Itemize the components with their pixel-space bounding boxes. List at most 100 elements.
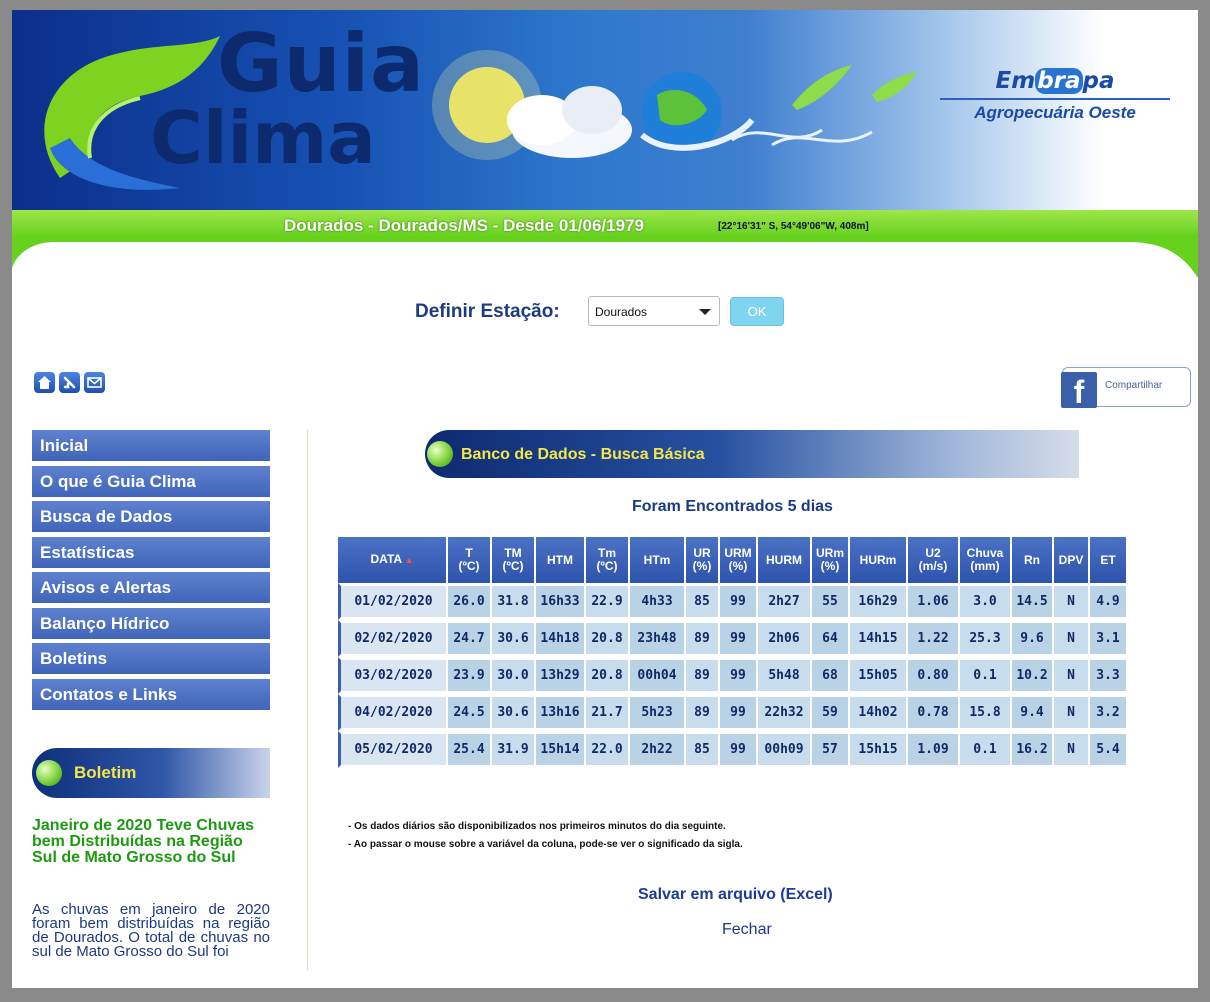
table-cell: 99 — [720, 731, 756, 768]
sidebar-item-busca-de-dados[interactable]: Busca de Dados — [32, 501, 270, 532]
mail-icon[interactable] — [84, 372, 105, 393]
column-header-unit: (ºC) — [458, 559, 480, 573]
column-header[interactable]: U2 (m/s) — [908, 537, 958, 583]
sidebar-menu: Inicial O que é Guia Clima Busca de Dado… — [32, 430, 270, 714]
table-cell: 2h27 — [758, 583, 810, 620]
column-header-unit: (%) — [728, 559, 748, 573]
table-cell: 99 — [720, 694, 756, 731]
column-header[interactable]: Chuva (mm) — [960, 537, 1010, 583]
sidebar-item-boletins[interactable]: Boletins — [32, 643, 270, 674]
section-title: Banco de Dados - Busca Básica — [461, 446, 705, 463]
table-cell: N — [1054, 694, 1088, 731]
table-cell: 9.6 — [1012, 620, 1052, 657]
table-cell: 30.6 — [492, 620, 534, 657]
table-cell: 0.1 — [960, 731, 1010, 768]
sitemap-icon[interactable] — [59, 372, 80, 393]
column-divider — [307, 430, 308, 970]
column-header[interactable]: TM (ºC) — [492, 537, 534, 583]
column-header[interactable]: T (ºC) — [448, 537, 490, 583]
column-header[interactable]: Tm (ºC) — [586, 537, 628, 583]
table-cell: 85 — [686, 583, 718, 620]
table-cell: 05/02/2020 — [338, 731, 446, 768]
column-header[interactable]: HURm — [850, 537, 906, 583]
table-cell: 31.9 — [492, 731, 534, 768]
facebook-share-button[interactable]: f Compartilhar — [1061, 367, 1191, 410]
column-header-label: U2 — [925, 546, 941, 560]
table-cell: 3.0 — [960, 583, 1010, 620]
close-link[interactable]: Fechar — [722, 921, 772, 939]
column-header-unit: (ºC) — [502, 559, 524, 573]
table-cell: 14h18 — [536, 620, 584, 657]
table-cell: 89 — [686, 694, 718, 731]
table-cell: 00h04 — [630, 657, 684, 694]
table-cell: 2h06 — [758, 620, 810, 657]
column-header[interactable]: DATA ▲ — [338, 537, 446, 583]
table-cell: 15h14 — [536, 731, 584, 768]
sidebar-item-inicial[interactable]: Inicial — [32, 430, 270, 461]
boletim-headline-link[interactable]: Janeiro de 2020 Teve Chuvas bem Distribu… — [32, 818, 272, 866]
embrapa-logo[interactable]: Embrapa Agropecuária Oeste — [940, 68, 1170, 123]
save-excel-link[interactable]: Salvar em arquivo (Excel) — [638, 886, 833, 904]
home-icon[interactable] — [34, 372, 55, 393]
station-select[interactable]: Dourados — [588, 296, 720, 326]
table-cell: 24.5 — [448, 694, 490, 731]
column-header[interactable]: Rn — [1012, 537, 1052, 583]
share-label: Compartilhar — [1105, 380, 1163, 391]
table-cell: 30.0 — [492, 657, 534, 694]
column-header-label: DATA — [370, 552, 403, 566]
column-header-unit: (%) — [820, 559, 840, 573]
table-cell: 99 — [720, 583, 756, 620]
table-cell: 5h48 — [758, 657, 810, 694]
table-cell: N — [1054, 583, 1088, 620]
table-cell: 26.0 — [448, 583, 490, 620]
chevron-down-icon — [699, 309, 711, 315]
sidebar-item-avisos-e-alertas[interactable]: Avisos e Alertas — [32, 572, 270, 603]
column-header[interactable]: URm (%) — [812, 537, 848, 583]
table-cell: 22.0 — [586, 731, 628, 768]
sort-arrow-icon[interactable]: ▲ — [402, 555, 414, 565]
table-cell: 3.2 — [1090, 694, 1126, 731]
table-cell: 1.06 — [908, 583, 958, 620]
table-cell: 1.22 — [908, 620, 958, 657]
data-table: DATA ▲ T (ºC) TM (ºC) HTM Tm (ºC) HTm UR (%) URM (%)… — [336, 537, 1128, 768]
sidebar-item-o-que-e-guia-clima[interactable]: O que é Guia Clima — [32, 465, 270, 497]
column-header-label: HURm — [859, 552, 897, 567]
table-row: 01/02/2020 26.0 31.8 16h33 22.9 4h33 85 99 2h27 5… — [338, 583, 1126, 620]
embrapa-divider — [940, 98, 1170, 100]
weather-banner-illustration — [432, 50, 917, 160]
column-header[interactable]: URM (%) — [720, 537, 756, 583]
table-cell: N — [1054, 620, 1088, 657]
column-header-label: HTM — [547, 552, 573, 567]
table-cell: 0.1 — [960, 657, 1010, 694]
table-cell: 16h29 — [850, 583, 906, 620]
column-header[interactable]: DPV — [1054, 537, 1088, 583]
table-cell: 14h02 — [850, 694, 906, 731]
notes: - Os dados diários são disponibilizados … — [348, 818, 743, 854]
table-cell: 89 — [686, 620, 718, 657]
table-cell: 30.6 — [492, 694, 534, 731]
table-cell: 24.7 — [448, 620, 490, 657]
column-header[interactable]: HTm — [630, 537, 684, 583]
sidebar-item-contatos-e-links[interactable]: Contatos e Links — [32, 678, 270, 710]
column-header-label: HTm — [643, 552, 671, 567]
table-cell: 4.9 — [1090, 583, 1126, 620]
boletim-header: Boletim — [32, 748, 270, 798]
column-header[interactable]: HURM — [758, 537, 810, 583]
green-ball-icon — [427, 441, 453, 467]
table-cell: 4h33 — [630, 583, 684, 620]
table-cell: 02/02/2020 — [338, 620, 446, 657]
column-header[interactable]: HTM — [536, 537, 584, 583]
table-cell: 99 — [720, 620, 756, 657]
ok-button[interactable]: OK — [730, 297, 784, 326]
sidebar-item-estatisticas[interactable]: Estatísticas — [32, 536, 270, 568]
table-cell: 00h09 — [758, 731, 810, 768]
table-cell: 99 — [720, 657, 756, 694]
column-header[interactable]: ET — [1090, 537, 1126, 583]
sidebar-item-balanco-hidrico[interactable]: Balanço Hídrico — [32, 607, 270, 639]
column-header-label: URm — [815, 546, 844, 560]
table-cell: 85 — [686, 731, 718, 768]
table-cell: 13h29 — [536, 657, 584, 694]
column-header[interactable]: UR (%) — [686, 537, 718, 583]
table-cell: 14h15 — [850, 620, 906, 657]
column-header-label: UR — [693, 546, 711, 560]
